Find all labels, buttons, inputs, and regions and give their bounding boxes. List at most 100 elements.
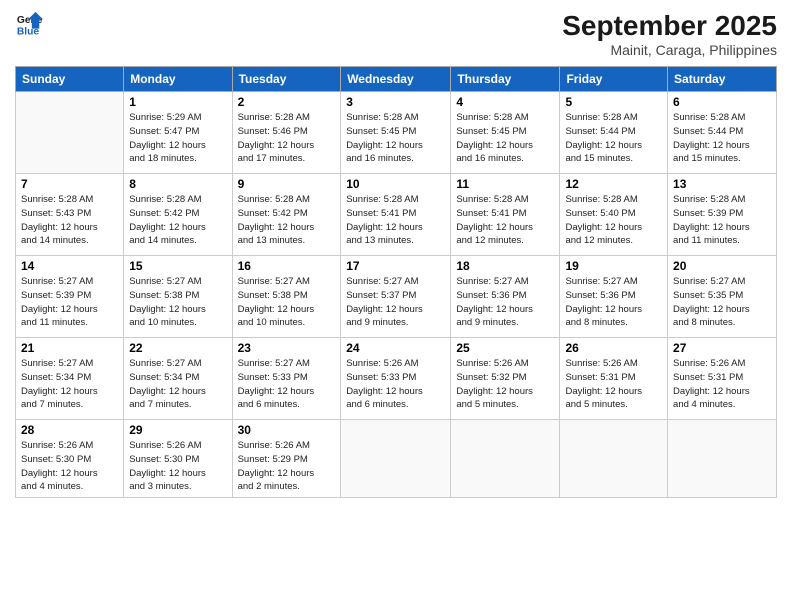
day-info: Sunrise: 5:26 AMSunset: 5:31 PMDaylight:… bbox=[673, 357, 771, 412]
table-row: 16 Sunrise: 5:27 AMSunset: 5:38 PMDayligh… bbox=[232, 256, 341, 338]
day-number: 28 bbox=[21, 423, 118, 437]
subtitle: Mainit, Caraga, Philippines bbox=[562, 42, 777, 58]
table-row: 22 Sunrise: 5:27 AMSunset: 5:34 PMDayligh… bbox=[124, 338, 232, 420]
day-number: 22 bbox=[129, 341, 226, 355]
table-row: 3Sunrise: 5:28 AMSunset: 5:45 PMDaylight… bbox=[341, 92, 451, 174]
table-row: 28 Sunrise: 5:26 AMSunset: 5:30 PMDayligh… bbox=[16, 420, 124, 498]
col-sunday: Sunday bbox=[16, 67, 124, 92]
table-row: 26 Sunrise: 5:26 AMSunset: 5:31 PMDayligh… bbox=[560, 338, 668, 420]
day-info: Sunrise: 5:28 AMSunset: 5:41 PMDaylight:… bbox=[456, 193, 554, 248]
day-info: Sunrise: 5:28 AMSunset: 5:39 PMDaylight:… bbox=[673, 193, 771, 248]
day-number: 27 bbox=[673, 341, 771, 355]
day-info: Sunrise: 5:27 AMSunset: 5:37 PMDaylight:… bbox=[346, 275, 445, 330]
day-info: Sunrise: 5:27 AMSunset: 5:39 PMDaylight:… bbox=[21, 275, 118, 330]
calendar-page: General Blue September 2025 Mainit, Cara… bbox=[0, 0, 792, 612]
day-number: 21 bbox=[21, 341, 118, 355]
table-row: 7 Sunrise: 5:28 AMSunset: 5:43 PMDaylight… bbox=[16, 174, 124, 256]
day-info: Sunrise: 5:28 AMSunset: 5:42 PMDaylight:… bbox=[129, 193, 226, 248]
table-row bbox=[668, 420, 777, 498]
day-info: Sunrise: 5:26 AMSunset: 5:29 PMDaylight:… bbox=[238, 439, 336, 494]
table-row bbox=[451, 420, 560, 498]
logo-icon: General Blue bbox=[15, 10, 43, 38]
day-number: 26 bbox=[565, 341, 662, 355]
day-info: Sunrise: 5:27 AMSunset: 5:34 PMDaylight:… bbox=[129, 357, 226, 412]
day-number: 19 bbox=[565, 259, 662, 273]
day-info: Sunrise: 5:26 AMSunset: 5:30 PMDaylight:… bbox=[129, 439, 226, 494]
day-info: Sunrise: 5:28 AMSunset: 5:46 PMDaylight:… bbox=[238, 111, 336, 166]
day-info: Sunrise: 5:27 AMSunset: 5:36 PMDaylight:… bbox=[456, 275, 554, 330]
day-info: Sunrise: 5:28 AMSunset: 5:42 PMDaylight:… bbox=[238, 193, 336, 248]
day-number: 5 bbox=[565, 95, 662, 109]
col-friday: Friday bbox=[560, 67, 668, 92]
day-info: Sunrise: 5:27 AMSunset: 5:38 PMDaylight:… bbox=[238, 275, 336, 330]
day-info: Sunrise: 5:28 AMSunset: 5:40 PMDaylight:… bbox=[565, 193, 662, 248]
table-row: 29Sunrise: 5:26 AMSunset: 5:30 PMDayligh… bbox=[124, 420, 232, 498]
table-row: 4 Sunrise: 5:28 AMSunset: 5:45 PMDaylight… bbox=[451, 92, 560, 174]
day-number: 11 bbox=[456, 177, 554, 191]
table-row: 25 Sunrise: 5:26 AMSunset: 5:32 PMDayligh… bbox=[451, 338, 560, 420]
col-saturday: Saturday bbox=[668, 67, 777, 92]
day-number: 1 bbox=[129, 95, 226, 109]
day-info: Sunrise: 5:26 AMSunset: 5:33 PMDaylight:… bbox=[346, 357, 445, 412]
day-info: Sunrise: 5:26 AMSunset: 5:31 PMDaylight:… bbox=[565, 357, 662, 412]
day-number: 16 bbox=[238, 259, 336, 273]
day-info: Sunrise: 5:27 AMSunset: 5:35 PMDaylight:… bbox=[673, 275, 771, 330]
table-row bbox=[16, 92, 124, 174]
day-info: Sunrise: 5:29 AMSunset: 5:47 PMDaylight:… bbox=[129, 111, 226, 166]
day-number: 3 bbox=[346, 95, 445, 109]
table-row bbox=[341, 420, 451, 498]
day-number: 2 bbox=[238, 95, 336, 109]
day-number: 8 bbox=[129, 177, 226, 191]
calendar-table: Sunday Monday Tuesday Wednesday Thursday… bbox=[15, 66, 777, 498]
day-number: 9 bbox=[238, 177, 336, 191]
col-thursday: Thursday bbox=[451, 67, 560, 92]
day-info: Sunrise: 5:26 AMSunset: 5:30 PMDaylight:… bbox=[21, 439, 118, 494]
day-number: 15 bbox=[129, 259, 226, 273]
header: General Blue September 2025 Mainit, Cara… bbox=[15, 10, 777, 58]
day-number: 20 bbox=[673, 259, 771, 273]
col-monday: Monday bbox=[124, 67, 232, 92]
day-info: Sunrise: 5:27 AMSunset: 5:38 PMDaylight:… bbox=[129, 275, 226, 330]
table-row: 17 Sunrise: 5:27 AMSunset: 5:37 PMDayligh… bbox=[341, 256, 451, 338]
col-wednesday: Wednesday bbox=[341, 67, 451, 92]
table-row: 8 Sunrise: 5:28 AMSunset: 5:42 PMDaylight… bbox=[124, 174, 232, 256]
table-row: 14 Sunrise: 5:27 AMSunset: 5:39 PMDayligh… bbox=[16, 256, 124, 338]
day-info: Sunrise: 5:28 AMSunset: 5:41 PMDaylight:… bbox=[346, 193, 445, 248]
table-row: 11 Sunrise: 5:28 AMSunset: 5:41 PMDayligh… bbox=[451, 174, 560, 256]
day-info: Sunrise: 5:28 AMSunset: 5:43 PMDaylight:… bbox=[21, 193, 118, 248]
table-row: 23 Sunrise: 5:27 AMSunset: 5:33 PMDayligh… bbox=[232, 338, 341, 420]
day-number: 17 bbox=[346, 259, 445, 273]
table-row: 2 Sunrise: 5:28 AMSunset: 5:46 PMDaylight… bbox=[232, 92, 341, 174]
day-number: 7 bbox=[21, 177, 118, 191]
day-number: 23 bbox=[238, 341, 336, 355]
day-info: Sunrise: 5:27 AMSunset: 5:36 PMDaylight:… bbox=[565, 275, 662, 330]
day-info: Sunrise: 5:26 AMSunset: 5:32 PMDaylight:… bbox=[456, 357, 554, 412]
day-number: 4 bbox=[456, 95, 554, 109]
table-row: 27 Sunrise: 5:26 AMSunset: 5:31 PMDayligh… bbox=[668, 338, 777, 420]
logo: General Blue bbox=[15, 10, 43, 38]
day-info: Sunrise: 5:27 AMSunset: 5:34 PMDaylight:… bbox=[21, 357, 118, 412]
table-row: 21 Sunrise: 5:27 AMSunset: 5:34 PMDayligh… bbox=[16, 338, 124, 420]
table-row: 9 Sunrise: 5:28 AMSunset: 5:42 PMDaylight… bbox=[232, 174, 341, 256]
day-number: 18 bbox=[456, 259, 554, 273]
table-row: 5Sunrise: 5:28 AMSunset: 5:44 PMDaylight… bbox=[560, 92, 668, 174]
day-number: 13 bbox=[673, 177, 771, 191]
table-row bbox=[560, 420, 668, 498]
table-row: 1 Sunrise: 5:29 AMSunset: 5:47 PMDaylight… bbox=[124, 92, 232, 174]
table-row: 24 Sunrise: 5:26 AMSunset: 5:33 PMDayligh… bbox=[341, 338, 451, 420]
month-title: September 2025 bbox=[562, 10, 777, 42]
day-number: 24 bbox=[346, 341, 445, 355]
table-row: 10 Sunrise: 5:28 AMSunset: 5:41 PMDayligh… bbox=[341, 174, 451, 256]
day-info: Sunrise: 5:28 AMSunset: 5:45 PMDaylight:… bbox=[456, 111, 554, 166]
title-block: September 2025 Mainit, Caraga, Philippin… bbox=[562, 10, 777, 58]
table-row: 12 Sunrise: 5:28 AMSunset: 5:40 PMDayligh… bbox=[560, 174, 668, 256]
day-number: 25 bbox=[456, 341, 554, 355]
day-number: 12 bbox=[565, 177, 662, 191]
table-row: 20 Sunrise: 5:27 AMSunset: 5:35 PMDayligh… bbox=[668, 256, 777, 338]
day-number: 6 bbox=[673, 95, 771, 109]
day-number: 14 bbox=[21, 259, 118, 273]
day-number: 10 bbox=[346, 177, 445, 191]
day-info: Sunrise: 5:27 AMSunset: 5:33 PMDaylight:… bbox=[238, 357, 336, 412]
table-row: 30Sunrise: 5:26 AMSunset: 5:29 PMDayligh… bbox=[232, 420, 341, 498]
table-row: 13 Sunrise: 5:28 AMSunset: 5:39 PMDayligh… bbox=[668, 174, 777, 256]
